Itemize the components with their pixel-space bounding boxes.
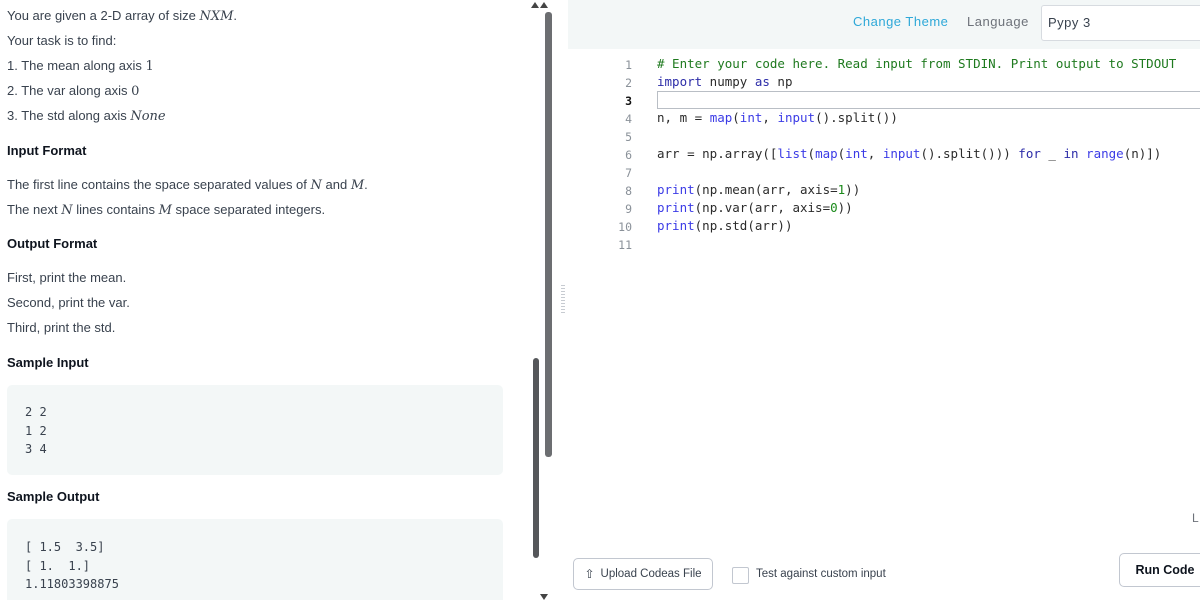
output-format-line-3: Third, print the std.	[7, 320, 116, 335]
scroll-up-arrow-icon[interactable]	[540, 2, 548, 8]
scroll-down-arrow-icon[interactable]	[540, 594, 548, 600]
sample-output-text: [ 1.5 3.5] [ 1. 1.] 1.11803398875	[25, 540, 119, 591]
line-number: 4	[625, 112, 632, 126]
sample-input-heading: Sample Input	[7, 355, 89, 370]
sample-input-text: 2 2 1 2 3 4	[25, 405, 47, 456]
upload-icon: ⇧	[584, 567, 595, 581]
task-item-2: 2. The var along axis 0	[7, 83, 140, 99]
problem-intro: You are given a 2-D array of size NXM.	[7, 8, 238, 24]
problem-task: Your task is to find:	[7, 33, 117, 48]
run-code-button[interactable]: Run Code	[1119, 553, 1200, 587]
active-line-highlight	[657, 91, 1200, 109]
code-line-6: arr = np.array([list(map(int, input().sp…	[657, 146, 1162, 161]
problem-statement: You are given a 2-D array of size NXM. Y…	[0, 0, 528, 600]
custom-input-label[interactable]: Test against custom input	[756, 568, 886, 580]
problem-scrollbar[interactable]	[533, 358, 539, 558]
code-line-2: import numpy as np	[657, 74, 793, 89]
language-select[interactable]: Pypy 3	[1041, 5, 1200, 41]
line-number-active: 3	[625, 94, 632, 108]
divider-scrollbar[interactable]	[545, 12, 552, 457]
line-number: 1	[625, 58, 632, 72]
line-number: 5	[625, 130, 632, 144]
code-line-1: # Enter your code here. Read input from …	[657, 56, 1177, 71]
upload-file-button[interactable]: ⇧ Upload Codeas File	[573, 558, 713, 590]
code-line-10: print(np.std(arr))	[657, 218, 793, 233]
code-line-9: print(np.var(arr, axis=0))	[657, 200, 853, 215]
sample-output-box: [ 1.5 3.5] [ 1. 1.] 1.11803398875	[7, 519, 503, 600]
task-item-1: 1. The mean along axis 1	[7, 58, 154, 74]
sample-output-heading: Sample Output	[7, 489, 100, 504]
line-number: 8	[625, 184, 632, 198]
output-format-line-2: Second, print the var.	[7, 295, 130, 310]
run-code-label: Run Code	[1135, 563, 1195, 577]
line-number: 11	[618, 238, 632, 252]
line-number: 6	[625, 148, 632, 162]
cursor-position-label: L	[1192, 511, 1199, 525]
sample-input-box: 2 2 1 2 3 4	[7, 385, 503, 475]
input-format-line-2: The next N lines contains M space separa…	[7, 202, 326, 218]
output-format-line-1: First, print the mean.	[7, 270, 127, 285]
scroll-up-arrow-icon-2[interactable]	[531, 2, 539, 8]
line-number: 7	[625, 166, 632, 180]
change-theme-link[interactable]: Change Theme	[853, 14, 948, 29]
task-item-3: 3. The std along axis None	[7, 108, 166, 124]
resize-handle-icon[interactable]	[561, 285, 565, 315]
code-line-4: n, m = map(int, input().split())	[657, 110, 898, 125]
input-format-heading: Input Format	[7, 143, 87, 158]
line-number: 2	[625, 76, 632, 90]
line-number: 9	[625, 202, 632, 216]
output-format-heading: Output Format	[7, 236, 98, 251]
input-format-line-1: The first line contains the space separa…	[7, 177, 368, 193]
line-number: 10	[618, 220, 632, 234]
language-label: Language	[967, 14, 1029, 29]
upload-button-label: Upload Codeas File	[600, 568, 702, 580]
language-value: Pypy 3	[1048, 15, 1091, 30]
code-line-8: print(np.mean(arr, axis=1))	[657, 182, 861, 197]
editor-header: Change Theme Language Pypy 3	[568, 0, 1200, 49]
custom-input-checkbox[interactable]	[732, 567, 749, 584]
